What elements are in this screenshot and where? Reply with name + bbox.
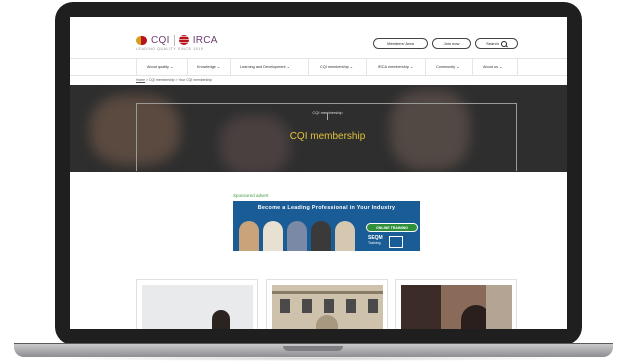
- ad-person-image: [263, 221, 283, 251]
- search-button[interactable]: Search: [475, 38, 518, 49]
- nav-item-learning[interactable]: Learning and Development ⌄: [240, 64, 290, 69]
- search-icon: [500, 40, 507, 47]
- search-label: Search: [486, 41, 499, 46]
- ad-person-image: [239, 221, 259, 251]
- card-image: [272, 285, 383, 329]
- nav-divider: [230, 59, 231, 75]
- nav-divider: [187, 59, 188, 75]
- membership-card[interactable]: [136, 279, 258, 329]
- ad-online-training-badge: ONLINE TRAINING: [366, 223, 418, 232]
- nav-divider: [472, 59, 473, 75]
- card-building-window: [346, 299, 356, 313]
- sponsored-advert[interactable]: Become a Leading Professional in Your In…: [233, 201, 420, 251]
- nav-item-knowledge[interactable]: Knowledge ⌄: [197, 64, 220, 69]
- ad-brand: SEQM Training: [368, 236, 383, 246]
- nav-item-cqi-membership[interactable]: CQI membership ⌄: [320, 64, 353, 69]
- main-nav: About quality ⌄ Knowledge ⌄ Learning and…: [70, 58, 567, 76]
- nav-item-about-us[interactable]: About us ⌄: [483, 64, 502, 69]
- ad-person-image: [287, 221, 307, 251]
- chevron-down-icon: ⌄: [499, 65, 503, 69]
- irca-logo-icon: [178, 35, 189, 45]
- browser-screen: CQI IRCA LEADING QUALITY SINCE 1919 Memb…: [70, 17, 567, 329]
- members-area-label: Members' Area: [387, 41, 414, 46]
- hero-divider: [327, 113, 328, 120]
- membership-card[interactable]: [395, 279, 517, 329]
- hero-frame: CQI membership CQI membership: [136, 103, 517, 171]
- card-building-window: [324, 299, 334, 313]
- join-now-label: Join now: [443, 41, 460, 46]
- ad-brand-sub: Training: [368, 241, 381, 245]
- card-building-window: [368, 299, 378, 313]
- hero-banner: CQI membership CQI membership: [70, 85, 567, 172]
- members-area-button[interactable]: Members' Area: [373, 38, 428, 49]
- cqi-logo-icon: [136, 35, 147, 46]
- card-person-figure: [401, 285, 441, 329]
- chevron-down-icon: ⌄: [409, 65, 414, 69]
- breadcrumb-separator: >: [146, 78, 148, 82]
- nav-divider: [366, 59, 367, 75]
- chevron-down-icon: ⌄: [286, 65, 290, 69]
- training-icon: [389, 236, 403, 248]
- page-title: CQI membership: [289, 131, 366, 142]
- membership-card[interactable]: [266, 279, 388, 329]
- chevron-down-icon: ⌄: [170, 65, 174, 69]
- logo-irca-text: IRCA: [192, 34, 218, 46]
- logo-cqi-text: CQI: [151, 34, 170, 46]
- nav-item-community[interactable]: Community ⌄: [436, 64, 459, 69]
- breadcrumb-cqi-membership[interactable]: CQI membership: [149, 78, 175, 82]
- breadcrumb-current: Your CQI membership: [178, 78, 212, 82]
- chevron-down-icon: ⌄: [456, 65, 460, 69]
- nav-divider: [308, 59, 309, 75]
- logo-tagline: LEADING QUALITY SINCE 1919: [136, 47, 204, 51]
- breadcrumb: Home > CQI membership > Your CQI members…: [136, 78, 212, 82]
- card-person-figure: [212, 310, 230, 329]
- site-header: CQI IRCA LEADING QUALITY SINCE 1919 Memb…: [70, 17, 567, 57]
- nav-item-irca-membership[interactable]: IRCA membership ⌄: [378, 64, 413, 69]
- breadcrumb-home[interactable]: Home: [136, 78, 145, 82]
- sponsored-label: Sponsored advert: [233, 193, 269, 198]
- nav-divider: [425, 59, 426, 75]
- ad-person-image: [335, 221, 355, 251]
- laptop-notch: [283, 346, 343, 351]
- card-building-window: [302, 299, 312, 313]
- ad-person-image: [311, 221, 331, 251]
- join-now-button[interactable]: Join now: [432, 38, 471, 49]
- chevron-down-icon: ⌄: [349, 65, 353, 69]
- nav-divider: [136, 59, 137, 75]
- ad-headline: Become a Leading Professional in Your In…: [257, 205, 396, 211]
- nav-divider: [517, 59, 518, 75]
- card-building-window: [280, 299, 290, 313]
- card-image: [142, 285, 253, 329]
- chevron-down-icon: ⌄: [216, 65, 221, 69]
- nav-item-about-quality[interactable]: About quality ⌄: [147, 64, 173, 69]
- logo-divider: [173, 34, 175, 46]
- card-building-ledge: [272, 291, 383, 294]
- card-image: [401, 285, 512, 329]
- card-building-arch: [316, 315, 338, 329]
- cqi-irca-logo[interactable]: CQI IRCA: [136, 33, 218, 47]
- card-background-wall: [486, 285, 512, 329]
